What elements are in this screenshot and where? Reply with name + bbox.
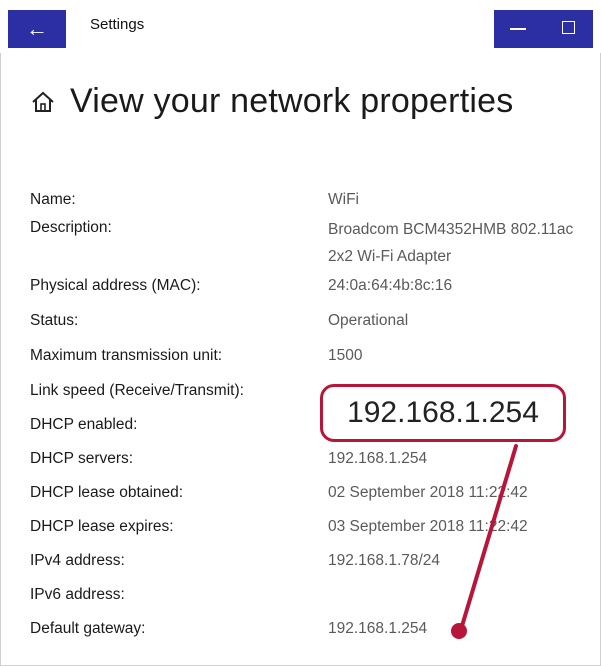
property-label: Maximum transmission unit: bbox=[30, 347, 223, 364]
back-button[interactable]: ← bbox=[8, 10, 66, 48]
property-row-lease-obtained: DHCP lease obtained: 02 September 2018 1… bbox=[30, 481, 590, 505]
page-heading: View your network properties bbox=[30, 82, 513, 121]
window-title: Settings bbox=[90, 16, 145, 33]
property-row-dhcp-servers: DHCP servers: 192.168.1.254 bbox=[30, 447, 590, 471]
annotation-callout: 192.168.1.254 bbox=[320, 384, 566, 442]
property-row-mac: Physical address (MAC): 24:0a:64:4b:8c:1… bbox=[30, 274, 590, 298]
property-value: Operational bbox=[328, 312, 409, 329]
property-label: Description: bbox=[30, 219, 112, 236]
property-label: Link speed (Receive/Transmit): bbox=[30, 382, 244, 399]
property-row-ipv6: IPv6 address: bbox=[30, 583, 590, 607]
property-label: Physical address (MAC): bbox=[30, 277, 201, 294]
property-row-name: Name: WiFi bbox=[30, 188, 590, 212]
title-bar: ← Settings bbox=[0, 0, 601, 53]
property-label: IPv4 address: bbox=[30, 552, 125, 569]
property-label: Status: bbox=[30, 312, 79, 329]
property-value: WiFi bbox=[328, 191, 359, 208]
home-icon bbox=[32, 91, 54, 112]
property-label: Default gateway: bbox=[30, 620, 146, 637]
property-label: DHCP enabled: bbox=[30, 416, 138, 433]
page-title: View your network properties bbox=[70, 82, 514, 120]
property-value: 192.168.1.254 bbox=[328, 450, 428, 467]
maximize-button[interactable] bbox=[562, 21, 575, 34]
property-value: Broadcom BCM4352HMB 802.11ac 2x2 Wi-Fi A… bbox=[328, 221, 574, 265]
property-value: 03 September 2018 11:22:42 bbox=[328, 518, 528, 535]
property-label: Name: bbox=[30, 191, 76, 208]
property-row-ipv4: IPv4 address: 192.168.1.78/24 bbox=[30, 549, 590, 573]
property-value: 24:0a:64:4b:8c:16 bbox=[328, 277, 453, 294]
minimize-button[interactable] bbox=[510, 28, 526, 30]
property-row-default-gateway: Default gateway: 192.168.1.254 bbox=[30, 617, 590, 641]
property-row-lease-expires: DHCP lease expires: 03 September 2018 11… bbox=[30, 515, 590, 539]
property-row-status: Status: Operational bbox=[30, 309, 590, 333]
property-value bbox=[328, 583, 590, 607]
property-value: 1500 bbox=[328, 347, 363, 364]
property-row-mtu: Maximum transmission unit: 1500 bbox=[30, 344, 590, 368]
property-value: 192.168.1.254 bbox=[328, 620, 428, 637]
property-label: DHCP lease expires: bbox=[30, 518, 174, 535]
property-label: DHCP servers: bbox=[30, 450, 134, 467]
property-row-description: Description: Broadcom BCM4352HMB 802.11a… bbox=[30, 216, 590, 270]
property-value: 02 September 2018 11:22:42 bbox=[328, 484, 528, 501]
property-value: 192.168.1.78/24 bbox=[328, 552, 441, 569]
arrow-left-icon: ← bbox=[26, 16, 48, 41]
window-controls bbox=[494, 10, 593, 48]
property-label: DHCP lease obtained: bbox=[30, 484, 184, 501]
property-label: IPv6 address: bbox=[30, 586, 125, 603]
